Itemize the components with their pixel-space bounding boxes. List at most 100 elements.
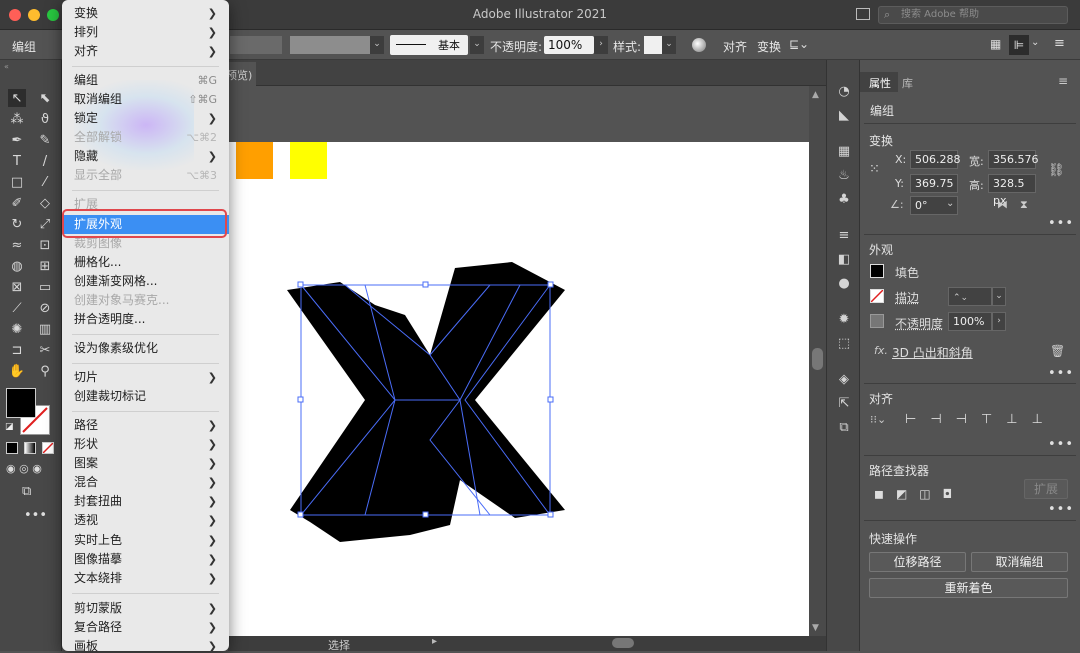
draw-mode-icon[interactable]: ◉ ◎ ◉ bbox=[6, 462, 42, 475]
mesh-tool-icon[interactable]: ⊠ bbox=[8, 278, 26, 296]
default-colors-icon[interactable]: ◪ bbox=[5, 422, 14, 432]
shape-builder-tool-icon[interactable]: ◍ bbox=[8, 257, 26, 275]
chevron-right-icon[interactable]: › bbox=[992, 312, 1006, 331]
width-tool-icon[interactable]: ≈ bbox=[8, 236, 26, 254]
rotate-tool-icon[interactable]: ↻ bbox=[8, 215, 26, 233]
transparency-icon[interactable]: ◧ bbox=[827, 248, 861, 270]
none-mode-icon[interactable] bbox=[42, 442, 54, 454]
more-options-icon[interactable]: ••• bbox=[1048, 437, 1074, 452]
trash-icon[interactable]: 🗑 bbox=[1050, 344, 1065, 358]
fill-color-swatch[interactable] bbox=[870, 264, 884, 278]
shaper-tool-icon[interactable]: ✐ bbox=[8, 194, 26, 212]
menu-item-blend[interactable]: 混合 ❯ bbox=[62, 473, 229, 492]
x-shape-artwork[interactable] bbox=[280, 255, 580, 555]
horizontal-scroll-thumb[interactable] bbox=[612, 638, 634, 648]
layers-icon[interactable]: ◈ bbox=[827, 368, 861, 390]
panel-layout-icon[interactable] bbox=[856, 8, 870, 20]
graphic-style-swatch[interactable] bbox=[644, 36, 662, 54]
reference-point-icon[interactable]: ⁙ bbox=[869, 162, 880, 177]
constrain-proportions-icon[interactable]: ⛓ bbox=[1048, 163, 1065, 178]
menu-item-create-gradient-mesh[interactable]: 创建渐变网格... bbox=[62, 272, 229, 291]
line-tool-icon[interactable]: / bbox=[36, 152, 54, 170]
y-field[interactable]: 369.75 p bbox=[910, 174, 958, 207]
offset-path-button[interactable]: 位移路径 bbox=[869, 552, 966, 572]
swatches-icon[interactable]: ▦ bbox=[827, 140, 861, 162]
vertical-scrollbar[interactable]: ▲ ▼ bbox=[809, 86, 826, 636]
menu-item-compound-path[interactable]: 复合路径 ❯ bbox=[62, 618, 229, 637]
menu-item-pixel-perfect[interactable]: 设为像素级优化 bbox=[62, 339, 229, 358]
blend-tool-icon[interactable]: ⊘ bbox=[36, 299, 54, 317]
brushes-icon[interactable]: ♨ bbox=[827, 164, 861, 186]
appearance-opacity-field[interactable]: 100% bbox=[948, 312, 992, 331]
asset-export-icon[interactable]: ⇱ bbox=[827, 392, 861, 414]
scroll-thumb[interactable] bbox=[812, 348, 823, 370]
gradient-mode-icon[interactable] bbox=[24, 442, 36, 454]
graphic-styles-icon[interactable]: ✹ bbox=[827, 308, 861, 330]
zoom-tool-icon[interactable]: ⚲ bbox=[36, 362, 54, 380]
menu-item-flatten-transparency[interactable]: 拼合透明度... bbox=[62, 310, 229, 329]
menu-item-live-paint[interactable]: 实时上色 ❯ bbox=[62, 531, 229, 550]
color-guide-icon[interactable]: ◔ bbox=[827, 80, 861, 102]
align-buttons-icon[interactable]: ⊢⊣⊣⊤⊥⊥ bbox=[905, 412, 1057, 427]
menu-item-transform[interactable]: 变换 ❯ bbox=[62, 4, 229, 23]
chevron-down-icon[interactable]: ⌄ bbox=[1031, 37, 1039, 48]
recolor-icon[interactable] bbox=[692, 38, 706, 52]
artboard-tool-icon[interactable]: ⊐ bbox=[8, 341, 26, 359]
menu-item-group[interactable]: 编组 ⌘G bbox=[62, 71, 229, 90]
gradient-panel-icon[interactable]: ◣ bbox=[827, 104, 861, 126]
transform-button[interactable]: 变换 bbox=[757, 38, 781, 55]
menu-item-ungroup[interactable]: 取消编组 ⇧⌘G bbox=[62, 90, 229, 109]
help-search-input[interactable]: 搜索 Adobe 帮助 bbox=[878, 6, 1068, 24]
ungroup-button[interactable]: 取消编组 bbox=[971, 552, 1068, 572]
menu-item-slice[interactable]: 切片 ❯ bbox=[62, 368, 229, 387]
expand-button[interactable]: 扩展 bbox=[1024, 479, 1068, 499]
menu-item-create-trim-marks[interactable]: 创建裁切标记 bbox=[62, 387, 229, 406]
perspective-grid-tool-icon[interactable]: ⊞ bbox=[36, 257, 54, 275]
recolor-button[interactable]: 重新着色 bbox=[869, 578, 1068, 598]
stroke-color-dropdown[interactable] bbox=[230, 36, 282, 54]
stroke-label[interactable]: 描边 bbox=[895, 289, 919, 306]
menu-item-perspective[interactable]: 透视 ❯ bbox=[62, 511, 229, 530]
width-field[interactable]: 356.576 bbox=[988, 150, 1039, 169]
menu-item-align[interactable]: 对齐 ❯ bbox=[62, 42, 229, 61]
menu-item-rasterize[interactable]: 栅格化... bbox=[62, 253, 229, 272]
menu-item-hide[interactable]: 隐藏 ❯ bbox=[62, 147, 229, 166]
stroke-weight-field[interactable] bbox=[290, 36, 370, 54]
menu-icon[interactable]: ≡ bbox=[1054, 36, 1065, 51]
fill-swatch[interactable] bbox=[6, 388, 36, 418]
scroll-down-icon[interactable]: ▼ bbox=[812, 623, 819, 633]
menu-item-pattern[interactable]: 图案 ❯ bbox=[62, 454, 229, 473]
chevron-down-icon[interactable]: ⌄ bbox=[470, 36, 484, 54]
magic-wand-tool-icon[interactable]: ⁂ bbox=[8, 110, 26, 128]
menu-item-clipping-mask[interactable]: 剪切蒙版 ❯ bbox=[62, 599, 229, 618]
appearance-opacity-label[interactable]: 不透明度 bbox=[895, 315, 943, 332]
curvature-tool-icon[interactable]: ✎ bbox=[36, 131, 54, 149]
align-to-dropdown-icon[interactable]: ⁝⁝⌄ bbox=[870, 413, 886, 426]
slice-tool-icon[interactable]: ✂ bbox=[36, 341, 54, 359]
menu-item-arrange[interactable]: 排列 ❯ bbox=[62, 23, 229, 42]
rectangle-tool-icon[interactable]: □ bbox=[8, 173, 26, 191]
color-mode-icon[interactable] bbox=[6, 442, 18, 454]
symbols-icon[interactable]: ♣ bbox=[827, 188, 861, 210]
stroke-color-swatch[interactable] bbox=[870, 289, 884, 303]
more-options-icon[interactable]: ••• bbox=[1048, 216, 1074, 231]
symbol-sprayer-tool-icon[interactable]: ✺ bbox=[8, 320, 26, 338]
x-field[interactable]: 506.288 bbox=[910, 150, 961, 169]
menu-item-text-wrap[interactable]: 文本绕排 ❯ bbox=[62, 569, 229, 588]
screen-mode-icon[interactable]: ⧉ bbox=[22, 484, 31, 499]
menu-item-artboards[interactable]: 画板 ❯ bbox=[62, 637, 229, 651]
chevron-down-icon[interactable]: ⌄ bbox=[370, 36, 384, 54]
gradient-tool-icon[interactable]: ▭ bbox=[36, 278, 54, 296]
direct-selection-tool-icon[interactable]: ⬉ bbox=[36, 89, 54, 107]
appearance-icon[interactable]: ● bbox=[827, 272, 861, 294]
chevron-down-icon[interactable]: ⌄ bbox=[662, 36, 676, 54]
pen-tool-icon[interactable]: ✒ bbox=[8, 131, 26, 149]
paintbrush-tool-icon[interactable]: ⁄ bbox=[36, 173, 54, 191]
panel-menu-icon[interactable]: ≡ bbox=[1058, 74, 1068, 88]
selection-tool-icon[interactable]: ↖ bbox=[8, 89, 26, 107]
align-button[interactable]: 对齐 bbox=[723, 38, 747, 55]
align-panel-icon[interactable]: ⊫ bbox=[1009, 35, 1029, 55]
flip-vertical-icon[interactable]: ⧗ bbox=[1020, 198, 1028, 212]
graph-tool-icon[interactable]: ▥ bbox=[36, 320, 54, 338]
yellow-swatch-shape[interactable] bbox=[290, 142, 327, 179]
